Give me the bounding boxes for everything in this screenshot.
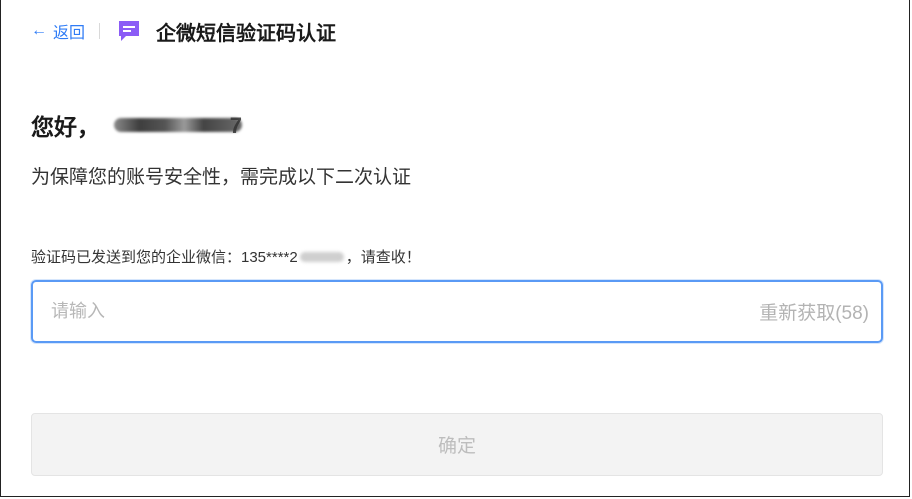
- phone-mask: [299, 251, 344, 262]
- back-label: 返回: [53, 25, 86, 42]
- notice-prefix: 验证码已发送到您的企业微信：135****2: [31, 249, 298, 266]
- verification-page: ← 返回 企微短信验证码认证 您好， 7 为保障您的账号安全性，需完成以下二次认…: [0, 0, 910, 497]
- message-icon: [119, 21, 140, 41]
- account-tail: 7: [229, 113, 242, 138]
- greeting-label: 您好，: [31, 114, 100, 140]
- security-subtitle: 为保障您的账号安全性，需完成以下二次认证: [31, 167, 412, 188]
- greeting: 您好， 7: [31, 108, 242, 142]
- masked-account: 7: [114, 113, 242, 138]
- verification-code-input[interactable]: [33, 281, 760, 342]
- confirm-button[interactable]: 确定: [31, 413, 883, 476]
- page-header: ← 返回 企微短信验证码认证: [31, 16, 336, 46]
- verification-code-field: 重新获取(58): [31, 280, 883, 343]
- arrow-left-icon: ←: [31, 22, 47, 39]
- page-title: 企微短信验证码认证: [156, 22, 337, 45]
- resend-code-button[interactable]: 重新获取(58): [759, 298, 881, 325]
- notice-suffix: ，请查收！: [345, 249, 421, 266]
- code-sent-notice: 验证码已发送到您的企业微信：135****2 ，请查收！: [31, 246, 421, 267]
- back-button[interactable]: ← 返回: [31, 19, 85, 43]
- header-divider: [99, 23, 101, 39]
- account-blur: [114, 118, 242, 132]
